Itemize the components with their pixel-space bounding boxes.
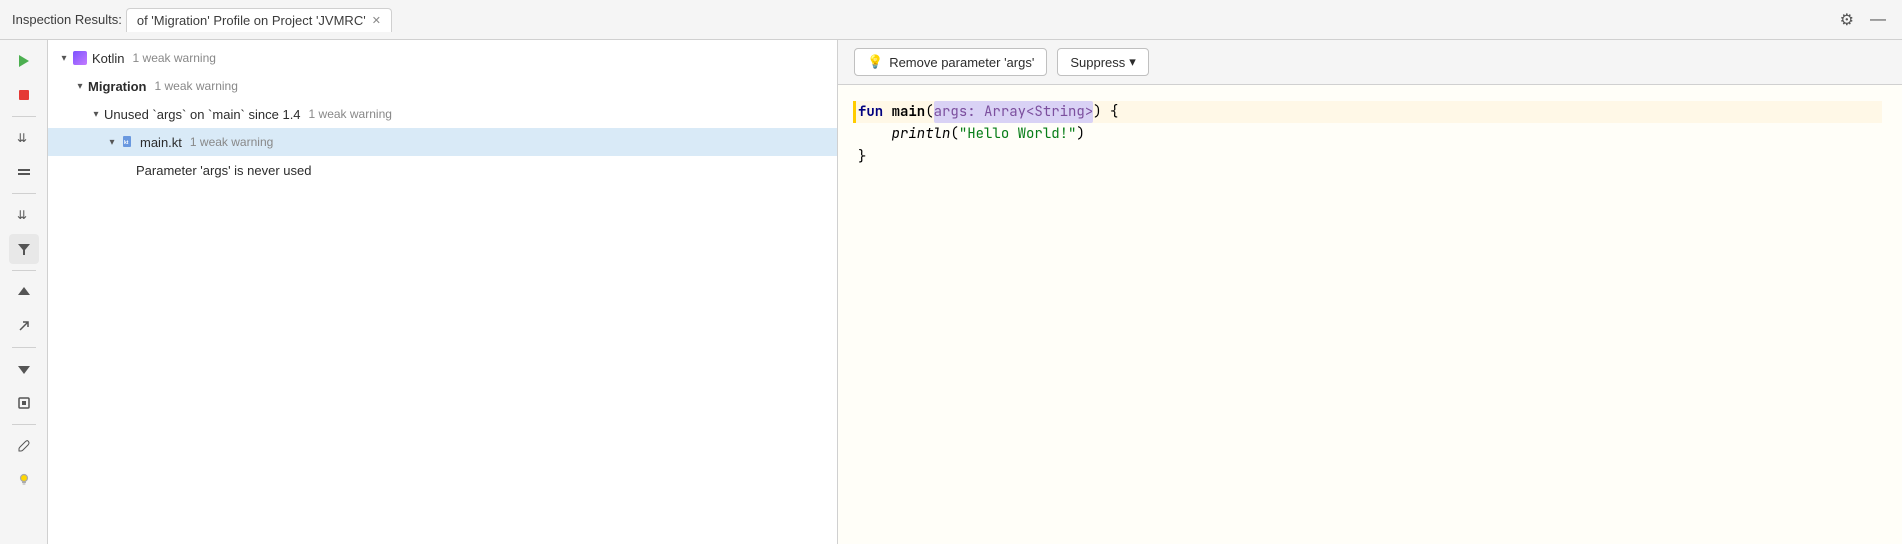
title-bar: Inspection Results: of 'Migration' Profi… [0, 0, 1902, 40]
main-content: ⇊ ⇊ [0, 40, 1902, 544]
toolbar-separator-1 [12, 116, 36, 117]
keyword-fun: fun [858, 101, 892, 123]
param-args: args: Array<String> [934, 101, 1094, 123]
run-icon [17, 54, 31, 68]
run-button[interactable] [9, 46, 39, 76]
mainkt-label: main.kt [140, 135, 182, 150]
settings-icon-button[interactable]: ⚙ [1836, 8, 1858, 32]
tree-item-migration[interactable]: ▾ Migration 1 weak warning [48, 72, 837, 100]
right-panel: 💡 Remove parameter 'args' Suppress ▾ fun… [838, 40, 1902, 544]
tab-close-button[interactable]: ✕ [372, 14, 381, 27]
svg-text:kt: kt [124, 140, 129, 146]
expand-selected-button[interactable]: ⇊ [9, 200, 39, 230]
unused-badge: 1 weak warning [309, 107, 392, 121]
tree-item-unused[interactable]: ▾ Unused `args` on `main` since 1.4 1 we… [48, 100, 837, 128]
next-button[interactable] [9, 354, 39, 384]
code-line-2: println("Hello World!") [858, 123, 1882, 145]
toolbar-separator-5 [12, 424, 36, 425]
filter-icon [17, 242, 31, 256]
collapse-all-icon [17, 165, 31, 179]
mainkt-badge: 1 weak warning [190, 135, 273, 149]
suppress-dropdown-icon: ▾ [1129, 54, 1136, 70]
remove-parameter-button[interactable]: 💡 Remove parameter 'args' [854, 48, 1047, 76]
action-bar: 💡 Remove parameter 'args' Suppress ▾ [838, 40, 1902, 85]
pin-button[interactable] [9, 388, 39, 418]
inspection-tab[interactable]: of 'Migration' Profile on Project 'JVMRC… [126, 8, 392, 32]
main-window: Inspection Results: of 'Migration' Profi… [0, 0, 1902, 544]
migration-badge: 1 weak warning [155, 79, 238, 93]
expand-selected-icon: ⇊ [17, 208, 31, 222]
export-icon [17, 319, 31, 333]
pin-icon [17, 396, 31, 410]
svg-text:⇊: ⇊ [17, 208, 27, 222]
toolbar-separator-4 [12, 347, 36, 348]
kotlin-expand-arrow: ▾ [56, 50, 72, 66]
stop-button[interactable] [9, 80, 39, 110]
unused-expand-arrow: ▾ [88, 106, 104, 122]
export-button[interactable] [9, 311, 39, 341]
tree-item-kotlin[interactable]: ▾ Kotlin 1 weak warning [48, 44, 837, 72]
bulb-button[interactable] [9, 465, 39, 495]
suppress-button[interactable]: Suppress ▾ [1057, 48, 1148, 76]
remove-btn-label: Remove parameter 'args' [889, 55, 1034, 70]
file-icon: kt [120, 134, 136, 150]
collapse-all-button[interactable] [9, 157, 39, 187]
wrench-icon [17, 439, 31, 453]
kotlin-badge: 1 weak warning [133, 51, 216, 65]
function-name-main: main [892, 101, 926, 123]
title-bar-actions: ⚙ — [1836, 8, 1890, 32]
migration-expand-arrow: ▾ [72, 78, 88, 94]
tab-label: of 'Migration' Profile on Project 'JVMRC… [137, 13, 366, 28]
bulb-icon-small: 💡 [867, 54, 883, 70]
down-arrow-icon [17, 362, 31, 376]
code-panel: fun main(args: Array<String>) { println(… [838, 85, 1902, 544]
bulb-icon [17, 473, 31, 487]
toolbar-separator-3 [12, 270, 36, 271]
tree-item-param-warning[interactable]: Parameter 'args' is never used [48, 156, 837, 184]
code-line-1: fun main(args: Array<String>) { [853, 101, 1882, 123]
migration-label: Migration [88, 79, 147, 94]
function-call-println: println [892, 123, 951, 145]
inspection-results-label: Inspection Results: [12, 12, 122, 27]
up-arrow-icon [17, 285, 31, 299]
svg-text:⇊: ⇊ [17, 131, 27, 145]
tree-item-mainkt[interactable]: ▾ kt main.kt 1 weak warning [48, 128, 837, 156]
minimize-icon-button[interactable]: — [1866, 9, 1890, 31]
wrench-button[interactable] [9, 431, 39, 461]
code-line-3: } [858, 146, 1882, 168]
kotlin-label: Kotlin [92, 51, 125, 66]
string-hello-world: "Hello World!" [959, 123, 1077, 145]
tree-panel: ▾ Kotlin 1 weak warning ▾ Migration 1 we… [48, 40, 838, 544]
kotlin-icon [72, 50, 88, 66]
filter-button[interactable] [9, 234, 39, 264]
expand-all-icon: ⇊ [17, 131, 31, 145]
param-warning-label: Parameter 'args' is never used [136, 163, 312, 178]
stop-icon [18, 89, 30, 101]
suppress-btn-label: Suppress [1070, 55, 1125, 70]
toolbar-separator-2 [12, 193, 36, 194]
left-toolbar: ⇊ ⇊ [0, 40, 48, 544]
previous-button[interactable] [9, 277, 39, 307]
mainkt-expand-arrow: ▾ [104, 134, 120, 150]
unused-label: Unused `args` on `main` since 1.4 [104, 107, 301, 122]
closing-brace: } [858, 146, 866, 168]
expand-all-button[interactable]: ⇊ [9, 123, 39, 153]
